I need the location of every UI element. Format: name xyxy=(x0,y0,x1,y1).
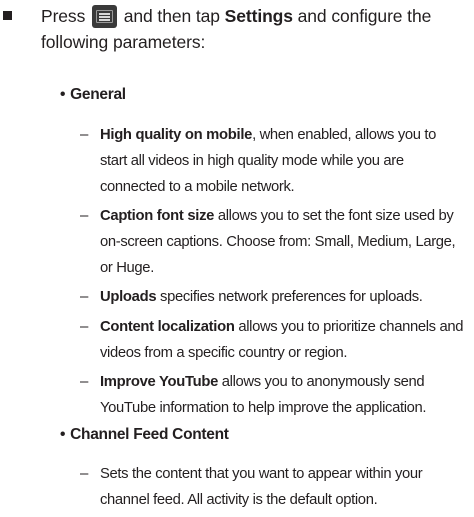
term-caption-font: Caption font size xyxy=(100,208,215,224)
dash-bullet-icon: – xyxy=(80,465,89,482)
instruction-text: Press and then tap Settings and configur… xyxy=(41,3,466,55)
settings-term: Settings xyxy=(224,6,293,26)
list-item-caption-font: – Caption font size allows you to set th… xyxy=(80,203,470,281)
dash-bullet-icon: – xyxy=(80,318,89,335)
term-improve-youtube: Improve YouTube xyxy=(100,374,219,390)
list-item-channel-feed: – Sets the content that you want to appe… xyxy=(80,461,470,513)
intro-prefix: Press xyxy=(41,6,86,26)
dash-bullet-icon: – xyxy=(80,126,89,143)
dash-bullet-icon: – xyxy=(80,373,89,390)
list-item-improve-youtube: – Improve YouTube allows you to anonymou… xyxy=(80,369,470,421)
menu-key-icon xyxy=(92,5,117,28)
list-item-uploads: – Uploads specifies network preferences … xyxy=(80,284,470,310)
round-bullet-icon: • xyxy=(60,86,66,103)
round-bullet-icon: • xyxy=(60,426,66,443)
manual-page: Press and then tap Settings and configur… xyxy=(0,0,474,517)
term-uploads: Uploads xyxy=(100,289,157,305)
heading-general-label: General xyxy=(70,86,126,103)
heading-channel-feed-label: Channel Feed Content xyxy=(70,426,229,443)
term-high-quality: High quality on mobile xyxy=(100,127,253,143)
desc-channel-feed: Sets the content that you want to appear… xyxy=(100,466,423,508)
intro-middle: and then tap xyxy=(123,6,220,26)
desc-uploads: specifies network preferences for upload… xyxy=(156,289,423,305)
square-bullet-icon xyxy=(3,11,12,20)
section-heading-channel-feed: • Channel Feed Content xyxy=(60,425,229,445)
term-content-localization: Content localization xyxy=(100,319,235,335)
list-item-high-quality: – High quality on mobile, when enabled, … xyxy=(80,122,470,200)
dash-bullet-icon: – xyxy=(80,207,89,224)
list-item-content-localization: – Content localization allows you to pri… xyxy=(80,314,470,366)
dash-bullet-icon: – xyxy=(80,288,89,305)
section-heading-general: • General xyxy=(60,85,126,105)
